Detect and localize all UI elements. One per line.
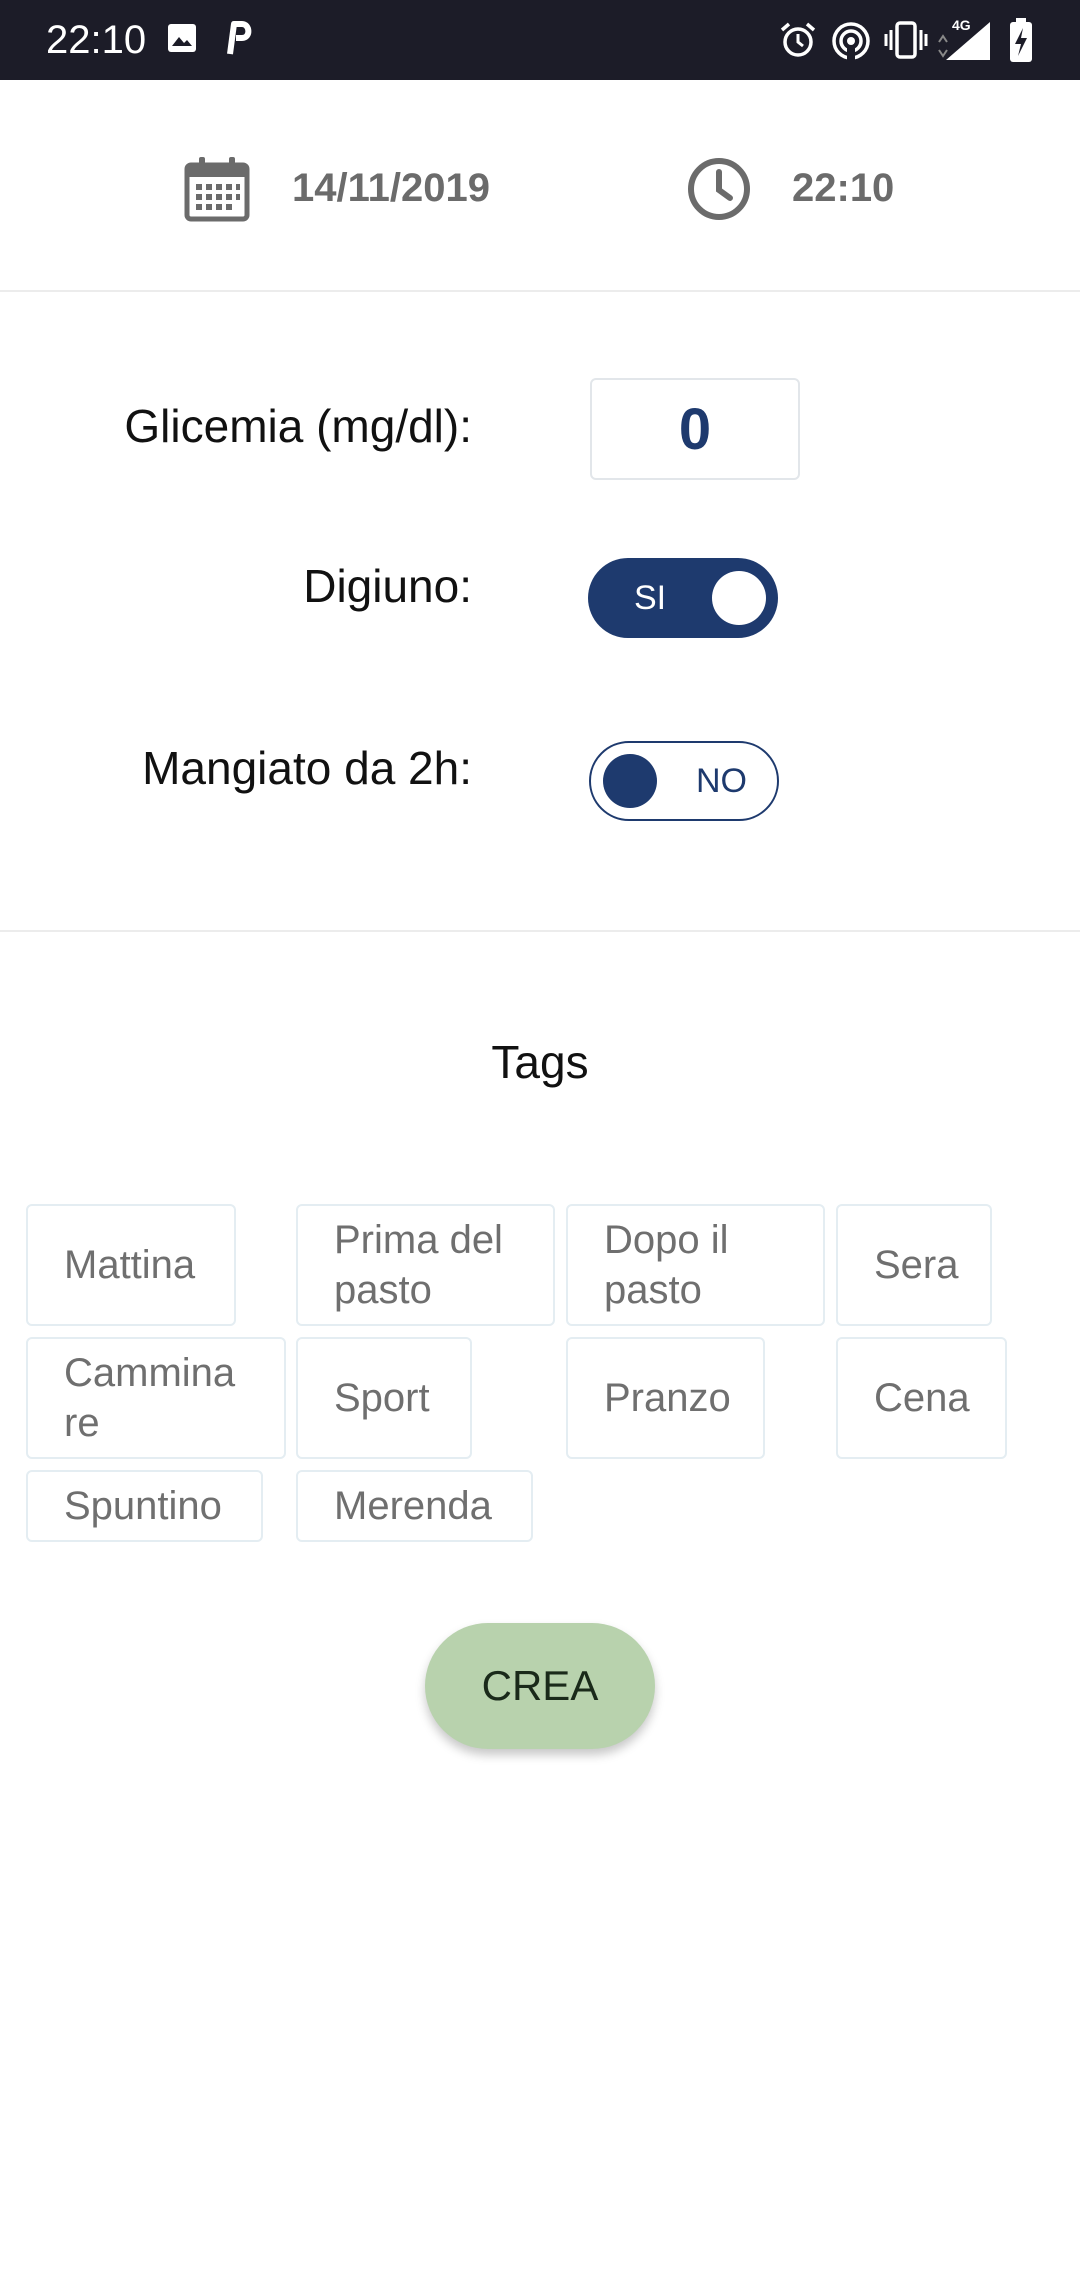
mangiato-toggle[interactable]: NO bbox=[589, 741, 779, 821]
hotspot-icon bbox=[832, 22, 870, 62]
signal-4g-icon: 4G bbox=[938, 17, 990, 60]
glicemia-input[interactable]: 0 bbox=[590, 378, 800, 480]
svg-text:4G: 4G bbox=[952, 17, 971, 33]
tag-dopo-il-pasto[interactable]: Dopo il pasto bbox=[566, 1204, 825, 1326]
tag-camminare[interactable]: Cammina re bbox=[26, 1337, 286, 1459]
digiuno-toggle-label: SI bbox=[634, 579, 667, 617]
tag-merenda[interactable]: Merenda bbox=[296, 1470, 533, 1542]
p-icon bbox=[227, 21, 252, 55]
alarm-icon bbox=[780, 22, 816, 57]
date-value[interactable]: 14/11/2019 bbox=[292, 164, 490, 212]
tag-pranzo[interactable]: Pranzo bbox=[566, 1337, 765, 1459]
app-screen: 22:10 4G 14/11/2019 22:10 Glicemia (mg/d… bbox=[0, 0, 1080, 2280]
status-time: 22:10 bbox=[46, 18, 147, 62]
tag-sera[interactable]: Sera bbox=[836, 1204, 992, 1326]
vibrate-icon bbox=[884, 21, 928, 59]
tag-cena[interactable]: Cena bbox=[836, 1337, 1007, 1459]
toggle-knob bbox=[712, 571, 766, 625]
crea-button[interactable]: CREA bbox=[425, 1623, 655, 1749]
divider-top bbox=[0, 290, 1080, 292]
tag-spuntino[interactable]: Spuntino bbox=[26, 1470, 263, 1542]
divider-middle bbox=[0, 930, 1080, 932]
glicemia-label: Glicemia (mg/dl): bbox=[124, 400, 472, 452]
mangiato-label: Mangiato da 2h: bbox=[142, 742, 472, 794]
tag-mattina[interactable]: Mattina bbox=[26, 1204, 236, 1326]
toggle-knob bbox=[603, 754, 657, 808]
battery-charging-icon bbox=[1010, 18, 1032, 62]
tag-prima-del-pasto[interactable]: Prima del pasto bbox=[296, 1204, 555, 1326]
tags-title: Tags bbox=[491, 1036, 589, 1088]
time-value[interactable]: 22:10 bbox=[792, 164, 894, 212]
mangiato-toggle-label: NO bbox=[696, 762, 747, 800]
calendar-icon[interactable] bbox=[184, 156, 250, 222]
digiuno-label: Digiuno: bbox=[303, 560, 472, 612]
datetime-row: 14/11/2019 22:10 bbox=[0, 80, 1080, 290]
status-bar: 22:10 4G bbox=[0, 0, 1080, 80]
clock-icon[interactable] bbox=[686, 156, 752, 222]
tag-sport[interactable]: Sport bbox=[296, 1337, 472, 1459]
digiuno-toggle[interactable]: SI bbox=[588, 558, 778, 638]
image-icon bbox=[168, 24, 196, 52]
